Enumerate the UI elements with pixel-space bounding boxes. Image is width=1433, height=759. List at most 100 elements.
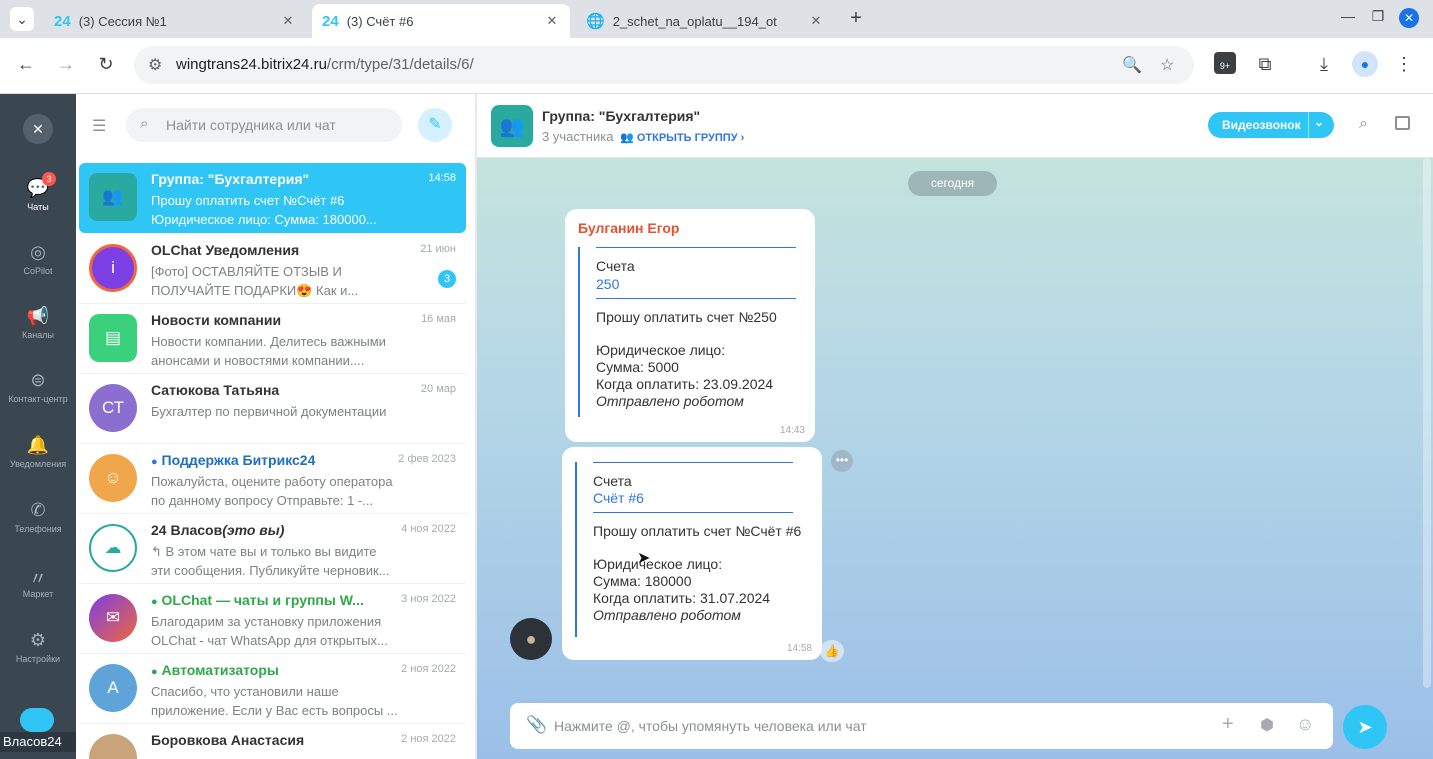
chat-item-satyukova[interactable]: СТ Сатюкова Татьяна 20 мар Бухгалтер по …	[79, 374, 466, 444]
chevron-down-icon[interactable]: ⌄	[1314, 115, 1324, 129]
zoom-icon[interactable]: 🔍	[1122, 55, 1142, 75]
nav-copilot[interactable]: ◎ CoPilot	[0, 242, 76, 276]
chat-name: 24 Власов(это вы)	[151, 522, 411, 538]
nav-chats[interactable]: 💬 3 Чаты	[0, 172, 76, 212]
chat-item-olchat-groups[interactable]: ✉ ● OLChat — чаты и группы W... 3 ноя 20…	[79, 584, 466, 654]
tab-pdf[interactable]: 🌐 2_schet_na_oplatu__194_ot ✕	[576, 4, 834, 38]
close-icon[interactable]: ✕	[23, 114, 53, 144]
quote-title: Счета	[596, 258, 635, 274]
bell-icon: 🔔	[26, 435, 50, 455]
chat-name: Боровкова Анастасия	[151, 732, 305, 748]
chat-item-company-news[interactable]: ▤ Новости компании 16 мая Новости компан…	[79, 304, 466, 374]
new-tab-button[interactable]: +	[846, 7, 866, 30]
chat-item-support[interactable]: ☺ ● Поддержка Битрикс24 2 фев 2023 Пожал…	[79, 444, 466, 514]
paperclip-icon[interactable]: 📎	[526, 715, 547, 735]
message-bubble[interactable]: Счета Счёт #6 Прошу оплатить счет №Счёт …	[562, 447, 822, 660]
nav-telephony[interactable]: ✆ Телефония	[0, 500, 76, 534]
url-text[interactable]: wingtrans24.bitrix24.ru/crm/type/31/deta…	[176, 56, 474, 73]
user-label[interactable]: Власов24	[0, 732, 76, 752]
message-time: 14:58	[786, 643, 812, 654]
invoice-quote: Счета Счёт #6 Прошу оплатить счет №Счёт …	[575, 462, 801, 637]
profile-avatar-icon[interactable]: ●	[1352, 51, 1378, 77]
like-icon[interactable]: 👍	[820, 640, 844, 662]
nav-label: CoPilot	[23, 266, 53, 276]
close-window-icon[interactable]: ✕	[1399, 8, 1419, 28]
message-bubble[interactable]: Булганин Егор Счета 250 Прошу оплатить с…	[565, 209, 815, 442]
invoice-link[interactable]: 250	[596, 276, 796, 292]
kebab-menu-icon[interactable]: ⋮	[1392, 54, 1416, 75]
send-button[interactable]: ➤	[1343, 705, 1387, 749]
nav-market[interactable]: 〃 Маркет	[0, 565, 76, 599]
sidebar-toggle-icon[interactable]	[1395, 116, 1410, 130]
scrollbar[interactable]	[1423, 158, 1431, 688]
chat-preview: Благодарим за установку приложения OLCha…	[151, 612, 421, 650]
chat-title[interactable]: Группа: "Бухгалтерия"	[542, 108, 700, 124]
download-icon[interactable]: ⤓	[1312, 54, 1336, 75]
message-body: Прошу оплатить счет №250	[596, 309, 777, 325]
preview-line: Спасибо, что установили наше	[151, 684, 339, 699]
nav-notifications[interactable]: 🔔 Уведомления	[0, 435, 76, 469]
minimize-icon[interactable]: —	[1338, 8, 1358, 24]
chat-item-self[interactable]: ☁ 24 Власов(это вы) 4 ноя 2022 ↰ В этом …	[79, 514, 466, 584]
puzzle-icon[interactable]: ⧉	[1253, 54, 1277, 75]
reload-icon[interactable]: ↻	[94, 54, 118, 75]
chat-name-text: Поддержка Битрикс24	[161, 452, 316, 468]
nav-contact-center[interactable]: ⊜ Контакт-центр	[0, 370, 76, 404]
chat-time: 20 мар	[420, 383, 456, 395]
avatar	[89, 734, 137, 759]
quote-divider	[593, 512, 793, 513]
site-settings-icon[interactable]: ⚙	[148, 55, 162, 75]
date-divider: сегодня	[908, 171, 997, 196]
close-icon[interactable]: ✕	[280, 13, 296, 29]
tab-search-chevron-icon[interactable]: ⌄	[10, 7, 34, 31]
video-call-button[interactable]: Видеозвонок ⌄	[1208, 112, 1334, 138]
chat-subtitle: 3 участника 👥 ОТКРЫТЬ ГРУППУ ›	[542, 129, 744, 144]
message-line: Когда оплатить: 31.07.2024	[593, 590, 771, 606]
tab-invoice[interactable]: 24 (3) Счёт #6 ✕	[312, 4, 570, 38]
message-input[interactable]	[554, 703, 1194, 749]
plus-icon[interactable]: +	[1222, 713, 1234, 736]
smile-icon[interactable]: ☺	[1296, 714, 1314, 735]
filter-icon[interactable]: ☰	[92, 116, 106, 136]
chat-time: 3 ноя 2022	[401, 593, 456, 605]
chat-item-automators[interactable]: А ● Автоматизаторы 2 ноя 2022 Спасибо, ч…	[79, 654, 466, 724]
message-body: Прошу оплатить счет №Счёт #6	[593, 523, 802, 539]
new-chat-button[interactable]: ✎	[418, 108, 452, 142]
browser-tab-strip: ⌄ 24 (3) Сессия №1 ✕ 24 (3) Счёт #6 ✕ 🌐 …	[0, 0, 1433, 38]
message-line: Юридическое лицо:	[596, 342, 726, 358]
chat-preview: ↰ В этом чате вы и только вы видите эти …	[151, 542, 421, 580]
search-icon[interactable]: ⌕	[1359, 115, 1368, 133]
open-group-link[interactable]: 👥 ОТКРЫТЬ ГРУППУ ›	[620, 132, 744, 144]
chat-item-olchat-notifications[interactable]: i OLChat Уведомления 21 июн [Фото] ОСТАВ…	[79, 234, 466, 304]
mouse-cursor-icon: ➤	[637, 550, 651, 567]
extension-icon[interactable]: 9+	[1214, 52, 1236, 74]
address-bar[interactable]: ⚙ wingtrans24.bitrix24.ru/crm/type/31/de…	[134, 46, 1194, 84]
search-input[interactable]	[166, 108, 396, 142]
members-count[interactable]: 3 участника	[542, 129, 613, 144]
search-box[interactable]: ⌕	[126, 108, 402, 142]
bitrix-badge-icon: ●	[151, 456, 158, 468]
bitrix24-favicon-icon: 24	[54, 12, 71, 30]
nav-channels[interactable]: 📢 Каналы	[0, 306, 76, 340]
forward-arrow-icon[interactable]: →	[54, 54, 78, 75]
nav-settings[interactable]: ⚙ Настройки	[0, 630, 76, 664]
message-menu-icon[interactable]: •••	[831, 450, 853, 472]
restore-icon[interactable]: ❐	[1368, 8, 1388, 25]
message-line: Сумма: 180000	[593, 573, 692, 589]
invoice-link[interactable]: Счёт #6	[593, 490, 801, 506]
author-avatar[interactable]: ●	[510, 618, 552, 660]
chat-name: Новости компании	[151, 312, 282, 328]
star-icon[interactable]: ☆	[1160, 55, 1174, 75]
close-icon[interactable]: ✕	[808, 13, 824, 29]
chat-name: ● Поддержка Битрикс24	[151, 452, 411, 468]
chat-item-accounting[interactable]: 👥 Группа: "Бухгалтерия" 14:58 Прошу опла…	[79, 163, 466, 233]
back-arrow-icon[interactable]: ←	[14, 54, 38, 75]
cube-icon[interactable]: ⬢	[1260, 715, 1274, 735]
chat-list-panel: ☰ ⌕ ✎ 👥 Группа: "Бухгалтерия" 14:58 Прош…	[76, 94, 476, 759]
message-author[interactable]: Булганин Егор	[578, 220, 680, 236]
chat-item-borovkova[interactable]: Боровкова Анастасия 2 ноя 2022	[79, 724, 466, 759]
tab-session[interactable]: 24 (3) Сессия №1 ✕	[44, 4, 306, 38]
chat-header: 👥 Группа: "Бухгалтерия" 3 участника 👥 ОТ…	[477, 94, 1433, 158]
close-icon[interactable]: ✕	[544, 13, 560, 29]
chat-name-text: 24 Власов	[151, 522, 223, 538]
